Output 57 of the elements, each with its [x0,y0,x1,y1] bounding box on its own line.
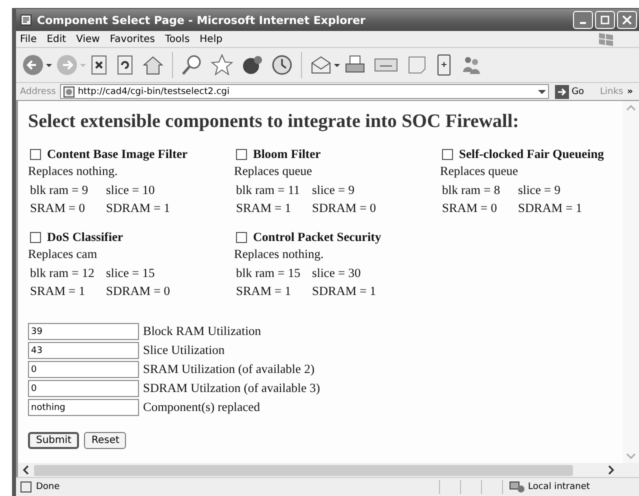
blk-ram-text: blk ram = 9 [30,183,90,198]
replaces-text: Replaces cam [28,247,98,262]
blk-ram-text: blk ram = 12 [30,266,96,281]
component-name: Control Packet Security [253,230,382,245]
field-label: Slice Utilization [143,343,225,358]
url-text: http://cad4/cgi-bin/testselect2.cgi [78,86,230,96]
window-title: Component Select Page - Microsoft Internet Explorer [37,14,366,26]
menu-item[interactable]: Edit [46,34,66,44]
component-name: Bloom Filter [253,147,321,162]
zone-text: Local intranet [528,482,590,492]
reset-button[interactable]: Reset [84,432,126,449]
replaces-text: Replaces nothing. [28,164,119,179]
input-field[interactable]: 39 [28,323,139,340]
blk-ram-text: blk ram = 11 [236,183,301,198]
slice-text: slice = 15 [106,266,156,281]
more-button[interactable]: » [627,86,633,96]
address-field[interactable]: http://cad4/cgi-bin/testselect2.cgi [60,84,549,99]
menu-item[interactable]: Favorites [110,34,156,44]
input-field[interactable]: 43 [28,342,139,359]
sdram-text: SDRAM = 1 [106,201,172,216]
replaces-text: Replaces queue [440,164,520,179]
slice-text: slice = 9 [518,183,562,198]
menu-item[interactable]: Help [200,34,222,44]
sram-text: SRAM = 0 [442,201,498,216]
address-label: Address [20,86,56,96]
slice-text: slice = 10 [106,183,156,198]
input-field[interactable]: 0 [28,380,139,397]
go-button[interactable]: Go [552,84,592,98]
menu-item[interactable]: View [76,34,100,44]
sram-text: SRAM = 1 [236,201,292,216]
slice-text: slice = 9 [312,183,356,198]
field-label: Block RAM Utilization [143,324,262,339]
sram-text: SRAM = 1 [30,284,86,299]
page-heading: Select extensible components to integrate into SOC Firewall: [28,111,520,133]
component-name: Content Base Image Filter [47,147,188,162]
field-label: SRAM Utilization (of available 2) [143,362,314,377]
replaces-text: Replaces queue [234,164,314,179]
submit-button[interactable]: Submit [28,432,80,449]
sdram-text: SDRAM = 1 [518,201,584,216]
sram-text: SRAM = 0 [30,201,86,216]
menu-item[interactable]: Tools [165,34,190,44]
sdram-text: SDRAM = 0 [106,284,172,299]
component-name: DoS Classifier [47,230,124,245]
blk-ram-text: blk ram = 15 [236,266,302,281]
slice-text: slice = 30 [312,266,362,281]
status-text: Done [36,482,60,492]
field-label: SDRAM Utilzation (of available 3) [143,381,320,396]
sdram-text: SDRAM = 1 [312,284,378,299]
input-field[interactable]: nothing [28,399,139,416]
field-label: Component(s) replaced [143,400,260,415]
sdram-text: SDRAM = 0 [312,201,378,216]
input-field[interactable]: 0 [28,361,139,378]
blk-ram-text: blk ram = 8 [442,183,502,198]
replaces-text: Replaces nothing. [234,247,325,262]
sram-text: SRAM = 1 [236,284,292,299]
component-name: Self-clocked Fair Queueing [459,147,604,162]
menu-item[interactable]: File [20,34,37,44]
